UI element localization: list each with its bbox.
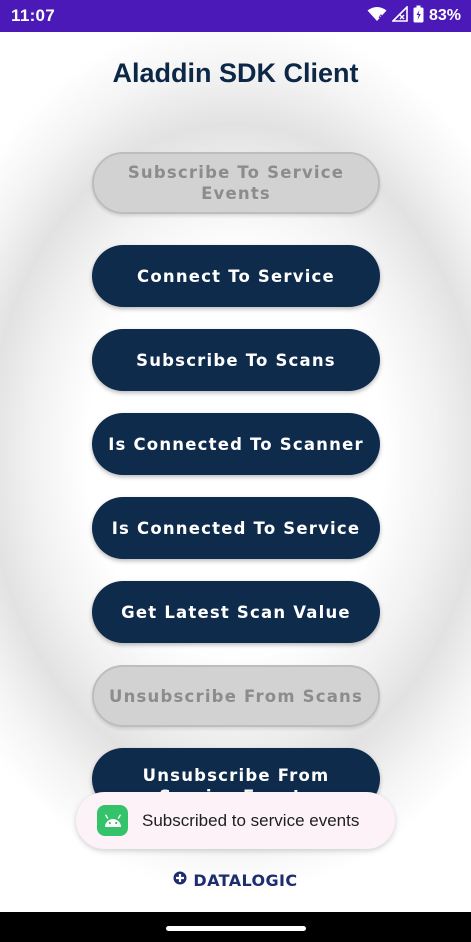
battery-percentage: 83% [428, 7, 461, 24]
brand-logo: DATALOGIC [0, 871, 471, 890]
unsubscribe-from-scans-button[interactable]: Unsubscribe From Scans [92, 665, 380, 727]
navigation-bar [0, 912, 471, 942]
gesture-handle[interactable] [166, 926, 306, 931]
toast-notification: Subscribed to service events [76, 792, 395, 849]
svg-text:4: 4 [378, 14, 382, 21]
get-latest-scan-value-button[interactable]: Get Latest Scan Value [92, 581, 380, 643]
main-content: Aladdin SDK Client Subscribe To Service … [0, 32, 471, 912]
connect-to-service-button[interactable]: Connect To Service [92, 245, 380, 307]
status-icons: 4 83% [367, 4, 461, 28]
status-time: 11:07 [11, 6, 56, 25]
subscribe-service-events-button[interactable]: Subscribe To Service Events [92, 152, 380, 214]
subscribe-to-scans-button[interactable]: Subscribe To Scans [92, 329, 380, 391]
is-connected-to-scanner-button[interactable]: Is Connected To Scanner [92, 413, 380, 475]
signal-icon [391, 4, 408, 27]
battery-icon [413, 5, 424, 28]
brand-name: DATALOGIC [193, 871, 298, 890]
toast-message: Subscribed to service events [142, 810, 360, 830]
wifi-icon: 4 [367, 6, 387, 27]
datalogic-mark-icon [173, 871, 187, 890]
status-bar: 11:07 4 83% [0, 0, 471, 32]
is-connected-to-service-button[interactable]: Is Connected To Service [92, 497, 380, 559]
android-icon [97, 805, 128, 836]
app-title: Aladdin SDK Client [112, 58, 359, 88]
